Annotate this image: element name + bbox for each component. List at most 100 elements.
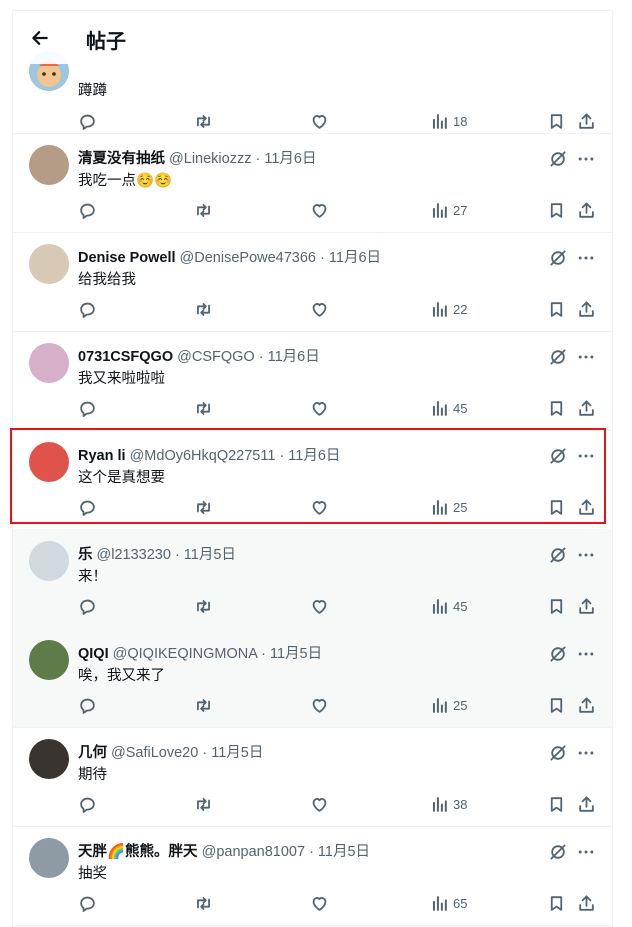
display-name[interactable]: QIQI — [78, 646, 109, 662]
avatar[interactable] — [29, 343, 69, 383]
more-button[interactable] — [576, 743, 596, 763]
more-button[interactable] — [576, 842, 596, 862]
views-button[interactable]: 45 — [430, 595, 467, 617]
display-name[interactable]: 0731CSFQGO — [78, 349, 173, 365]
more-button[interactable] — [576, 347, 596, 367]
bookmark-button[interactable] — [547, 793, 566, 815]
avatar[interactable] — [29, 145, 69, 185]
avatar[interactable] — [29, 640, 69, 680]
display-name[interactable]: 清夏没有抽纸 — [78, 151, 165, 167]
bookmark-button[interactable] — [547, 199, 566, 221]
like-button[interactable] — [310, 199, 329, 221]
views-button[interactable]: 38 — [430, 793, 467, 815]
user-handle[interactable]: @panpan81007 — [202, 844, 305, 860]
post[interactable]: 几何 @SafiLove20 · 11月5日 期待 38 — [13, 727, 612, 827]
user-handle[interactable]: @Linekiozzz — [169, 151, 251, 167]
retweet-button[interactable] — [194, 595, 213, 617]
grok-button[interactable] — [548, 248, 568, 268]
more-button[interactable] — [576, 644, 596, 664]
like-button[interactable] — [310, 793, 329, 815]
user-handle[interactable]: @QIQIKEQINGMONA — [113, 646, 257, 662]
bookmark-button[interactable] — [547, 298, 566, 320]
post-date[interactable]: · 11月6日 — [279, 448, 340, 464]
reply-button[interactable] — [78, 793, 97, 815]
retweet-button[interactable] — [194, 110, 213, 132]
reply-button[interactable] — [78, 496, 97, 518]
share-button[interactable] — [577, 110, 596, 132]
share-button[interactable] — [577, 397, 596, 419]
retweet-button[interactable] — [194, 892, 213, 914]
display-name[interactable]: 乐 — [78, 547, 93, 563]
post[interactable]: Ryan li @MdOy6HkqQ227511 · 11月6日 这个是真想要 25 — [13, 430, 612, 530]
bookmark-button[interactable] — [547, 397, 566, 419]
post[interactable]: Denise Powell @DenisePowe47366 · 11月6日 给我… — [13, 232, 612, 332]
avatar[interactable] — [29, 541, 69, 581]
more-button[interactable] — [576, 446, 596, 466]
post[interactable]: 清夏没有抽纸 @Linekiozzz · 11月6日 我吃一点☺️☺️ 27 — [13, 133, 612, 233]
share-button[interactable] — [577, 199, 596, 221]
share-button[interactable] — [577, 496, 596, 518]
views-button[interactable]: 18 — [430, 110, 467, 132]
post[interactable]: 0731CSFQGO @CSFQGO · 11月6日 我又来啦啦啦 45 — [13, 331, 612, 431]
display-name[interactable]: Ryan li — [78, 448, 126, 464]
more-button[interactable] — [576, 248, 596, 268]
share-button[interactable] — [577, 793, 596, 815]
more-button[interactable] — [576, 149, 596, 169]
reply-button[interactable] — [78, 110, 97, 132]
retweet-button[interactable] — [194, 694, 213, 716]
reply-button[interactable] — [78, 298, 97, 320]
retweet-button[interactable] — [194, 298, 213, 320]
display-name[interactable]: Denise Powell — [78, 250, 176, 266]
share-button[interactable] — [577, 298, 596, 320]
post[interactable]: 乐 @l2133230 · 11月5日 来！ 45 — [13, 529, 612, 629]
post-date[interactable]: · 11月6日 — [320, 250, 381, 266]
avatar[interactable] — [29, 838, 69, 878]
retweet-button[interactable] — [194, 397, 213, 419]
user-handle[interactable]: @CSFQGO — [177, 349, 255, 365]
bookmark-button[interactable] — [547, 496, 566, 518]
grok-button[interactable] — [548, 446, 568, 466]
views-button[interactable]: 22 — [430, 298, 467, 320]
post-date[interactable]: · 11月6日 — [255, 151, 316, 167]
reply-button[interactable] — [78, 595, 97, 617]
user-handle[interactable]: @MdOy6HkqQ227511 — [130, 448, 276, 464]
bookmark-button[interactable] — [547, 694, 566, 716]
reply-button[interactable] — [78, 694, 97, 716]
views-button[interactable]: 25 — [430, 496, 467, 518]
grok-button[interactable] — [548, 149, 568, 169]
share-button[interactable] — [577, 892, 596, 914]
post-date[interactable]: · 11月5日 — [309, 844, 370, 860]
like-button[interactable] — [310, 892, 329, 914]
views-button[interactable]: 25 — [430, 694, 467, 716]
views-button[interactable]: 45 — [430, 397, 467, 419]
like-button[interactable] — [310, 694, 329, 716]
bookmark-button[interactable] — [547, 892, 566, 914]
grok-button[interactable] — [548, 545, 568, 565]
back-button[interactable] — [25, 23, 55, 53]
more-button[interactable] — [576, 545, 596, 565]
user-handle[interactable]: @l2133230 — [97, 547, 171, 563]
retweet-button[interactable] — [194, 793, 213, 815]
display-name[interactable]: 几何 — [78, 745, 107, 761]
share-button[interactable] — [577, 694, 596, 716]
avatar[interactable] — [29, 739, 69, 779]
reply-button[interactable] — [78, 199, 97, 221]
retweet-button[interactable] — [194, 496, 213, 518]
avatar[interactable] — [29, 244, 69, 284]
like-button[interactable] — [310, 298, 329, 320]
post-date[interactable]: · 11月6日 — [259, 349, 320, 365]
reply-button[interactable] — [78, 892, 97, 914]
bookmark-button[interactable] — [547, 595, 566, 617]
like-button[interactable] — [310, 595, 329, 617]
retweet-button[interactable] — [194, 199, 213, 221]
bookmark-button[interactable] — [547, 110, 566, 132]
views-button[interactable]: 27 — [430, 199, 467, 221]
post-date[interactable]: · 11月5日 — [175, 547, 236, 563]
grok-button[interactable] — [548, 743, 568, 763]
user-handle[interactable]: @DenisePowe47366 — [180, 250, 316, 266]
like-button[interactable] — [310, 496, 329, 518]
like-button[interactable] — [310, 397, 329, 419]
grok-button[interactable] — [548, 842, 568, 862]
reply-button[interactable] — [78, 397, 97, 419]
grok-button[interactable] — [548, 347, 568, 367]
